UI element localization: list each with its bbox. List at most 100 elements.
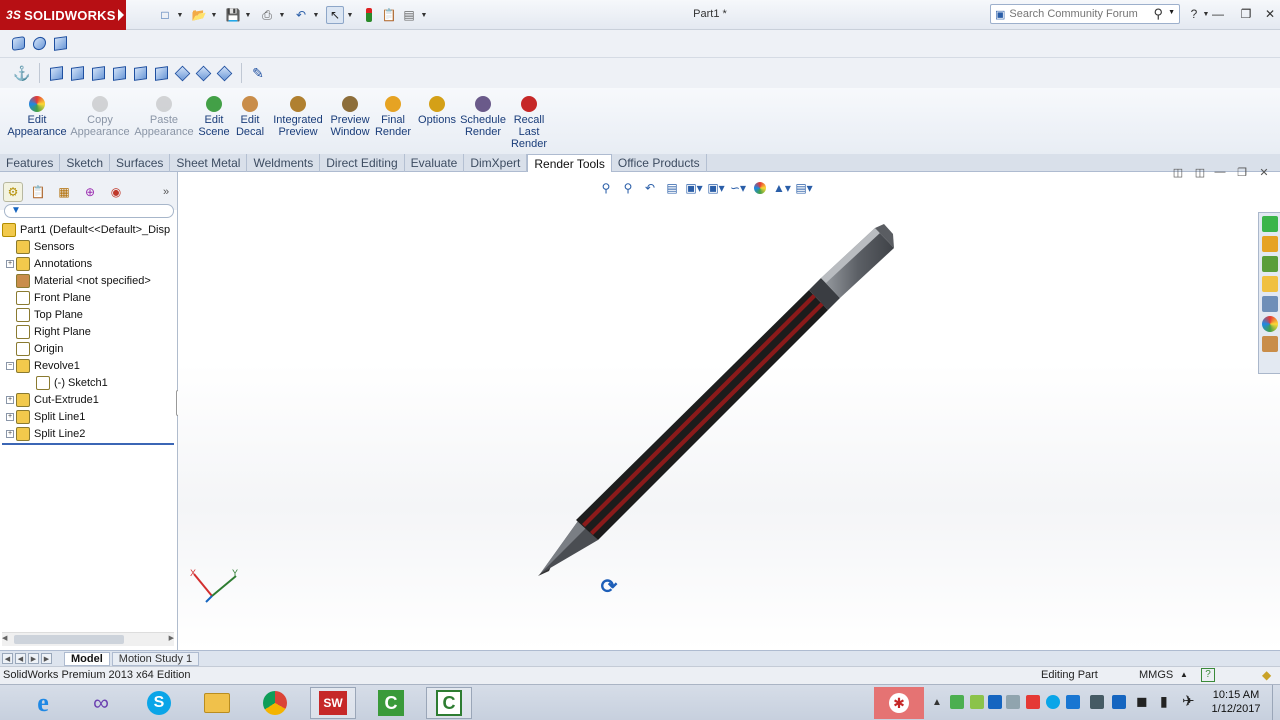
- tree-item-front-plane[interactable]: Front Plane: [6, 289, 91, 306]
- tree-root-part[interactable]: Part1 (Default<<Default>_Disp: [2, 221, 170, 238]
- airplane-mode-icon[interactable]: ✈: [1182, 692, 1195, 710]
- tab-evaluate[interactable]: Evaluate: [405, 154, 465, 172]
- right-view-icon[interactable]: [109, 63, 129, 83]
- solidworks-taskbar-icon[interactable]: SW: [310, 687, 356, 719]
- print-dropdown-icon[interactable]: ▼: [278, 6, 286, 24]
- dimxpert-manager-tab-icon[interactable]: ⊕: [80, 182, 100, 202]
- tray-app-icon-1[interactable]: [950, 695, 964, 709]
- tree-item-material-not-specified[interactable]: Material <not specified>: [6, 272, 151, 289]
- close-window-icon[interactable]: ✕: [1262, 6, 1278, 22]
- tree-filter-input[interactable]: ▼: [4, 204, 174, 218]
- bottom-view-icon[interactable]: [151, 63, 171, 83]
- open-folder-icon[interactable]: 📂: [190, 6, 208, 24]
- front-view-icon[interactable]: [46, 63, 66, 83]
- tab-sketch[interactable]: Sketch: [60, 154, 111, 172]
- bluetooth-icon[interactable]: [1112, 695, 1126, 709]
- skype-tray-icon[interactable]: [1046, 695, 1060, 709]
- display-icon[interactable]: [1090, 695, 1104, 709]
- camtasia-recorder-icon[interactable]: C: [426, 687, 472, 719]
- tree-item-revolve1[interactable]: − Revolve1: [6, 357, 80, 374]
- dimetric-view-icon[interactable]: [214, 63, 234, 83]
- prev-tab-icon[interactable]: ◀: [15, 653, 26, 664]
- tray-app-icon-2[interactable]: [970, 695, 984, 709]
- scroll-left-icon[interactable]: ◀: [2, 634, 7, 642]
- clock[interactable]: 10:15 AM 1/12/2017: [1208, 688, 1264, 716]
- tree-item-origin[interactable]: Origin: [6, 340, 63, 357]
- file-explorer-taskbar-icon[interactable]: [194, 687, 240, 719]
- search-results-icon[interactable]: [1262, 276, 1278, 292]
- recording-app-icon[interactable]: ✱: [874, 687, 924, 719]
- normal-to-icon[interactable]: ⚓: [12, 63, 32, 83]
- internet-explorer-icon[interactable]: e: [20, 687, 66, 719]
- tray-app-icon-3[interactable]: [988, 695, 1002, 709]
- tab-direct-editing[interactable]: Direct Editing: [320, 154, 405, 172]
- expand-plus-icon[interactable]: +: [6, 259, 14, 268]
- tab-surfaces[interactable]: Surfaces: [110, 154, 171, 172]
- tray-overflow-icon[interactable]: ▲: [932, 697, 942, 708]
- file-properties-icon[interactable]: 📋: [380, 6, 398, 24]
- horizontal-scrollbar[interactable]: ◀ ▶: [2, 632, 174, 646]
- expand-plus-icon[interactable]: +: [6, 429, 14, 438]
- rollback-bar[interactable]: [2, 443, 174, 445]
- first-tab-icon[interactable]: ◀: [2, 653, 13, 664]
- design-library-icon[interactable]: [1262, 236, 1278, 252]
- tree-item-split-line2[interactable]: + Split Line2: [6, 425, 85, 442]
- next-tab-icon[interactable]: ▶: [28, 653, 39, 664]
- expand-panel-icon[interactable]: »: [156, 182, 176, 202]
- units-dropdown-icon[interactable]: ▲: [1180, 670, 1188, 679]
- tab-office-products[interactable]: Office Products: [612, 154, 707, 172]
- view-selector-icon[interactable]: ✎: [248, 63, 268, 83]
- tab-render-tools[interactable]: Render Tools: [527, 154, 612, 173]
- tree-item-cut-extrude1[interactable]: + Cut-Extrude1: [6, 391, 99, 408]
- appearances-scenes-icon[interactable]: [1262, 316, 1278, 332]
- zoom-area-icon[interactable]: [29, 34, 49, 54]
- search-dropdown-icon[interactable]: ▼: [1168, 9, 1175, 16]
- tab-dimxpert[interactable]: DimXpert: [464, 154, 528, 172]
- visual-studio-icon[interactable]: ∞: [78, 687, 124, 719]
- left-view-icon[interactable]: [88, 63, 108, 83]
- tab-motion-study-1[interactable]: Motion Study 1: [111, 651, 200, 666]
- tab-sheet-metal[interactable]: Sheet Metal: [170, 154, 248, 172]
- display-manager-tab-icon[interactable]: ◉: [106, 182, 126, 202]
- zoom-fit-icon[interactable]: [8, 34, 28, 54]
- search-input[interactable]: [1009, 8, 1150, 20]
- save-dropdown-icon[interactable]: ▼: [244, 6, 252, 24]
- undo-dropdown-icon[interactable]: ▼: [312, 6, 320, 24]
- expand-plus-icon[interactable]: +: [6, 412, 14, 421]
- file-explorer-icon[interactable]: [1262, 256, 1278, 272]
- property-manager-tab-icon[interactable]: 📋: [28, 182, 48, 202]
- configuration-manager-tab-icon[interactable]: ▦: [54, 182, 74, 202]
- solidworks-logo[interactable]: 3S SOLIDWORKS: [0, 0, 126, 30]
- pencil-model[interactable]: [178, 172, 1280, 650]
- tree-item-split-line1[interactable]: + Split Line1: [6, 408, 85, 425]
- new-dropdown-icon[interactable]: ▼: [176, 6, 184, 24]
- tree-item-sensors[interactable]: Sensors: [6, 238, 74, 255]
- search-box[interactable]: ▣ ⚲ ▼: [990, 4, 1180, 24]
- restore-window-icon[interactable]: ❐: [1238, 6, 1254, 22]
- previous-view-icon[interactable]: [50, 34, 70, 54]
- custom-properties-icon[interactable]: [1262, 336, 1278, 352]
- expand-plus-icon[interactable]: +: [6, 395, 14, 404]
- graphics-area[interactable]: ⚲ ⚲ ↶ ▤ ▣▾ ▣▾ ∽▾ ▲▾ ▤▾ ◫ ◫ — ❐ ✕ ⟳ X Y: [178, 166, 1280, 650]
- trimetric-view-icon[interactable]: [193, 63, 213, 83]
- save-icon[interactable]: 💾: [224, 6, 242, 24]
- select-dropdown-icon[interactable]: ▼: [346, 6, 354, 24]
- view-palette-icon[interactable]: [1262, 296, 1278, 312]
- solidworks-resources-icon[interactable]: [1262, 216, 1278, 232]
- tab-features[interactable]: Features: [0, 154, 61, 172]
- options-dropdown-icon[interactable]: ▼: [420, 6, 428, 24]
- options-icon[interactable]: ▤: [400, 6, 418, 24]
- chrome-icon[interactable]: [252, 687, 298, 719]
- select-arrow-icon[interactable]: ↖: [326, 6, 344, 24]
- status-units[interactable]: MMGS: [1139, 669, 1173, 681]
- status-help-icon[interactable]: ?: [1201, 668, 1215, 682]
- expand-plus-icon[interactable]: −: [6, 361, 14, 370]
- scroll-right-icon[interactable]: ▶: [169, 634, 174, 642]
- print-icon[interactable]: ⎙: [258, 6, 276, 24]
- tray-app-icon-5[interactable]: [1026, 695, 1040, 709]
- tab-weldments[interactable]: Weldments: [247, 154, 321, 172]
- minimize-window-icon[interactable]: —: [1210, 6, 1226, 22]
- skype-icon[interactable]: S: [136, 687, 182, 719]
- show-desktop-button[interactable]: [1272, 685, 1280, 720]
- tree-item-annotations[interactable]: + Annotations: [6, 255, 92, 272]
